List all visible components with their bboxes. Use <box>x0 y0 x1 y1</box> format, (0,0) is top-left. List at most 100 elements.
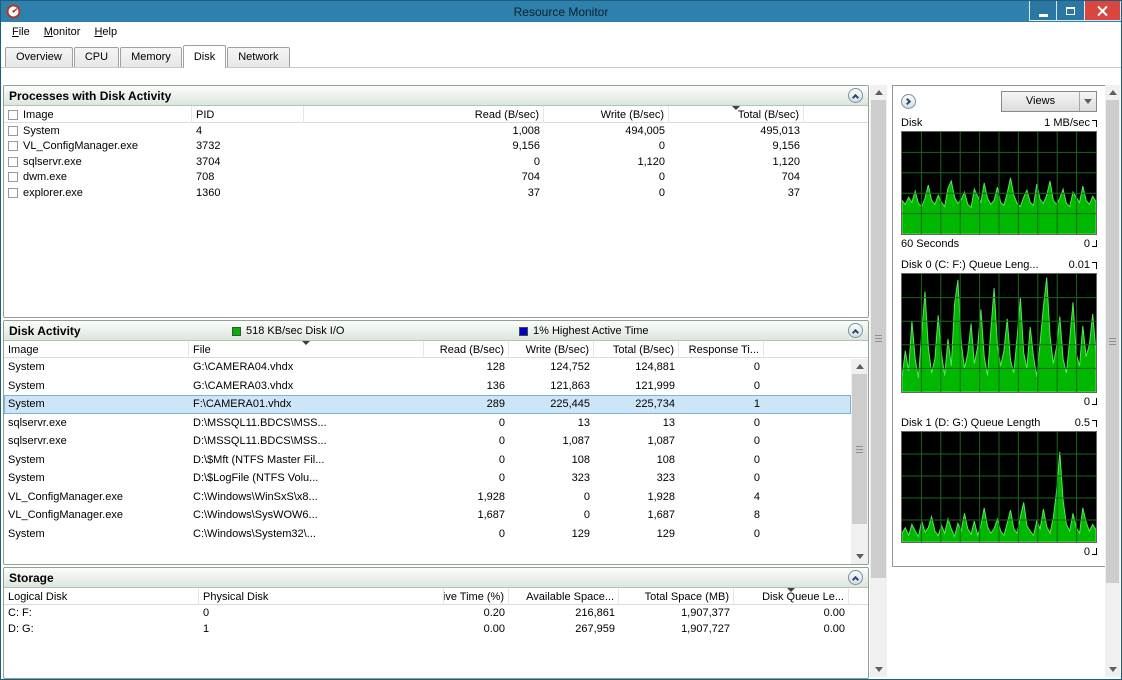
scroll-thumb[interactable] <box>871 100 886 578</box>
table-cell: 0 <box>424 528 509 540</box>
column-header[interactable]: Read (B/sec) <box>304 106 544 123</box>
tab-disk[interactable]: Disk <box>183 45 226 68</box>
column-header[interactable]: Total Space (MB) <box>619 588 734 605</box>
chart-scale-min: 0 <box>1084 238 1090 250</box>
table-row[interactable]: dwm.exe7087040704 <box>4 170 868 186</box>
chevron-down-icon <box>1084 99 1092 104</box>
maximize-button[interactable] <box>1057 1 1085 21</box>
table-cell: 1,087 <box>509 435 594 447</box>
column-header[interactable]: Physical Disk <box>199 588 444 605</box>
table-cell: 495,013 <box>669 125 804 137</box>
minimize-icon <box>1039 14 1048 17</box>
scroll-up-button[interactable] <box>1105 85 1120 100</box>
disk-io-legend: 518 KB/sec Disk I/O <box>232 321 344 341</box>
table-row[interactable]: SystemD:\$LogFile (NTFS Volu...03233230 <box>4 469 851 488</box>
table-cell: 37 <box>304 187 544 199</box>
table-cell: D: G: <box>4 623 199 635</box>
scroll-track[interactable] <box>870 100 887 662</box>
views-dropdown[interactable]: Views <box>1001 91 1097 112</box>
disk-activity-scrollbar[interactable] <box>851 359 868 564</box>
table-row[interactable]: SystemG:\CAMERA04.vhdx128124,752124,8810 <box>4 358 851 377</box>
row-checkbox[interactable] <box>8 188 18 198</box>
tab-memory[interactable]: Memory <box>120 47 182 67</box>
storage-collapse-button[interactable] <box>848 570 863 585</box>
menu-bar: File Monitor Help <box>1 22 1121 42</box>
table-row[interactable]: SystemC:\Windows\System32\...01291290 <box>4 525 851 544</box>
menu-monitor[interactable]: Monitor <box>37 25 88 39</box>
scroll-up-button[interactable] <box>870 85 887 100</box>
column-header[interactable]: Logical Disk <box>4 588 199 605</box>
table-cell: System <box>4 380 189 392</box>
scroll-up-button[interactable] <box>851 359 868 374</box>
column-header[interactable]: Write (B/sec) <box>544 106 669 123</box>
table-row[interactable]: sqlservr.exe370401,1201,120 <box>4 154 868 170</box>
table-row[interactable]: SystemD:\$Mft (NTFS Master Fil...0108108… <box>4 451 851 470</box>
row-checkbox[interactable] <box>8 172 18 182</box>
scale-bracket-bottom <box>1092 548 1097 555</box>
title-bar[interactable]: Resource Monitor <box>1 1 1121 22</box>
menu-help[interactable]: Help <box>87 25 124 39</box>
column-header[interactable]: Image <box>4 106 192 123</box>
table-row[interactable]: VL_ConfigManager.exeC:\Windows\SysWOW6..… <box>4 506 851 525</box>
disk-activity-collapse-button[interactable] <box>848 323 863 338</box>
column-header[interactable]: Write (B/sec) <box>509 341 594 358</box>
processes-table-body: System41,008494,005495,013VL_ConfigManag… <box>4 123 868 201</box>
row-checkbox[interactable] <box>8 126 18 136</box>
table-row[interactable]: SystemF:\CAMERA01.vhdx289225,445225,7341 <box>4 395 851 414</box>
table-row[interactable]: VL_ConfigManager.exeC:\Windows\WinSxS\x8… <box>4 488 851 507</box>
scroll-down-button[interactable] <box>870 662 887 677</box>
row-checkbox[interactable] <box>8 157 18 167</box>
main-vertical-scrollbar[interactable] <box>870 85 887 677</box>
close-button[interactable] <box>1085 1 1121 21</box>
table-row[interactable]: SystemG:\CAMERA03.vhdx136121,863121,9990 <box>4 377 851 396</box>
table-cell: sqlservr.exe <box>4 435 189 447</box>
column-header[interactable]: Read (B/sec) <box>424 341 509 358</box>
active-time-legend-label: 1% Highest Active Time <box>533 325 649 337</box>
table-row[interactable]: explorer.exe136037037 <box>4 185 868 201</box>
table-row[interactable]: sqlservr.exeD:\MSSQL11.BDCS\MSS...013130 <box>4 414 851 433</box>
sidebar-vertical-scrollbar[interactable] <box>1105 85 1120 677</box>
tab-overview[interactable]: Overview <box>5 47 73 67</box>
tab-network[interactable]: Network <box>227 47 289 67</box>
column-header[interactable]: File <box>189 341 424 358</box>
column-header[interactable]: Total (B/sec) <box>594 341 679 358</box>
scroll-thumb[interactable] <box>1106 100 1119 583</box>
column-header[interactable]: Active Time (%) <box>444 588 509 605</box>
scroll-track[interactable] <box>1105 100 1120 662</box>
table-row[interactable]: sqlservr.exeD:\MSSQL11.BDCS\MSS...01,087… <box>4 432 851 451</box>
disk-io-legend-label: 518 KB/sec Disk I/O <box>246 325 344 337</box>
table-cell: VL_ConfigManager.exe <box>4 509 189 521</box>
scroll-thumb[interactable] <box>852 374 867 524</box>
views-dropdown-arrow[interactable] <box>1079 92 1096 111</box>
collapse-charts-button[interactable] <box>901 94 916 109</box>
column-header[interactable]: Disk Queue Le... <box>734 588 849 605</box>
tab-cpu[interactable]: CPU <box>74 47 119 67</box>
table-row[interactable]: System41,008494,005495,013 <box>4 123 868 139</box>
column-header[interactable]: PID <box>192 106 304 123</box>
table-cell: C:\Windows\SysWOW6... <box>189 509 424 521</box>
column-header[interactable]: Total (B/sec) <box>669 106 804 123</box>
chart-title: Disk 0 (C: F:) Queue Leng... <box>901 259 1039 271</box>
row-checkbox[interactable] <box>8 141 18 151</box>
table-row[interactable]: D: G:10.00267,9591,907,7270.00 <box>4 621 868 637</box>
column-header[interactable]: Response Ti... <box>679 341 764 358</box>
select-all-checkbox[interactable] <box>8 110 18 120</box>
table-cell: 323 <box>594 472 679 484</box>
processes-collapse-button[interactable] <box>848 88 863 103</box>
storage-panel-title: Storage <box>9 571 54 585</box>
table-row[interactable]: VL_ConfigManager.exe37329,15609,156 <box>4 139 868 155</box>
disk-io-chart-group: Disk 1 MB/sec 60 Seconds 0 <box>901 116 1097 251</box>
column-header[interactable]: Image <box>4 341 189 358</box>
scroll-down-button[interactable] <box>1105 662 1120 677</box>
chart-title: Disk 1 (D: G:) Queue Length <box>901 417 1040 429</box>
table-cell: 1,928 <box>594 491 679 503</box>
minimize-button[interactable] <box>1029 1 1057 21</box>
table-cell: 0 <box>424 472 509 484</box>
menu-file[interactable]: File <box>5 25 37 39</box>
scroll-track[interactable] <box>851 374 868 549</box>
scroll-down-button[interactable] <box>851 549 868 564</box>
chart-scale-min: 0 <box>1084 396 1090 408</box>
table-cell: 121,999 <box>594 380 679 392</box>
table-row[interactable]: C: F:00.20216,8611,907,3770.00 <box>4 605 868 621</box>
column-header[interactable]: Available Space... <box>509 588 619 605</box>
